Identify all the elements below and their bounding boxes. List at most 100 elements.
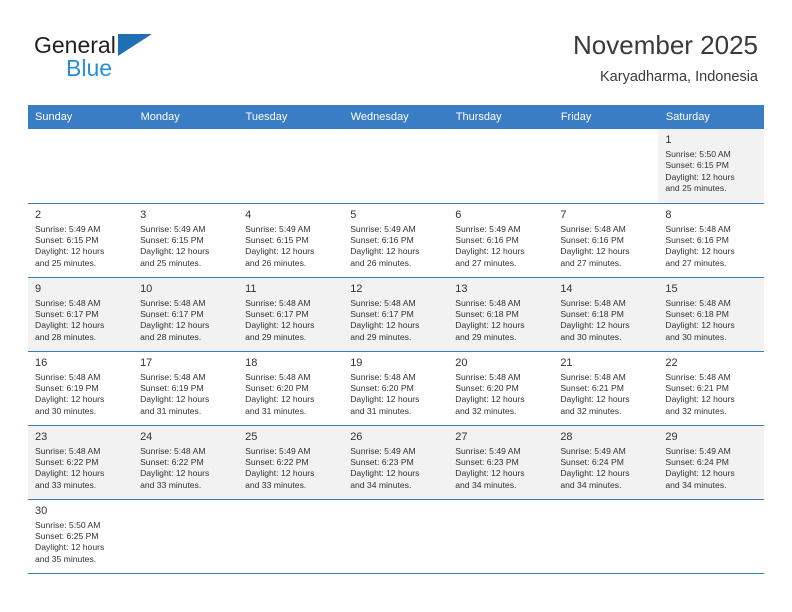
day-sun-info: Sunrise: 5:48 AM Sunset: 6:18 PM Daylight:… <box>455 298 547 344</box>
calendar-week-row: 23 Sunrise: 5:48 AM Sunset: 6:22 PM Dayligh… <box>28 425 764 500</box>
calendar-cell-inner <box>343 129 448 203</box>
calendar-day-cell[interactable]: 24 Sunrise: 5:48 AM Sunset: 6:22 PM Dayligh… <box>133 425 239 500</box>
calendar-cell-inner: 19 Sunrise: 5:48 AM Sunset: 6:20 PM Dayligh… <box>343 351 449 425</box>
day-sunrise-text: Sunrise: 5:48 AM <box>665 297 731 308</box>
day-daylight2-text: and 32 minutes. <box>665 405 727 416</box>
calendar-day-cell[interactable]: 25 Sunrise: 5:49 AM Sunset: 6:22 PM Dayligh… <box>238 425 344 500</box>
day-sunrise-text: Sunrise: 5:48 AM <box>350 297 416 308</box>
day-daylight2-text: and 30 minutes. <box>665 331 727 342</box>
day-daylight1-text: Daylight: 12 hours <box>560 320 630 331</box>
calendar-cell-empty <box>343 129 449 204</box>
day-sunrise-text: Sunrise: 5:49 AM <box>35 223 101 234</box>
calendar-day-cell[interactable]: 10 Sunrise: 5:48 AM Sunset: 6:17 PM Dayligh… <box>133 277 239 352</box>
weekday-header-tuesday: Tuesday <box>238 105 344 129</box>
calendar-cell-empty <box>28 129 134 204</box>
calendar-day-cell[interactable]: 22 Sunrise: 5:48 AM Sunset: 6:21 PM Dayligh… <box>658 351 764 426</box>
day-daylight2-text: and 30 minutes. <box>560 331 622 342</box>
day-sunrise-text: Sunrise: 5:50 AM <box>665 149 731 159</box>
calendar-day-cell[interactable]: 13 Sunrise: 5:48 AM Sunset: 6:18 PM Dayligh… <box>448 277 554 352</box>
day-sun-info: Sunrise: 5:48 AM Sunset: 6:20 PM Daylight:… <box>245 372 337 418</box>
day-sun-info: Sunrise: 5:49 AM Sunset: 6:16 PM Daylight:… <box>455 224 547 270</box>
day-sun-info: Sunrise: 5:49 AM Sunset: 6:24 PM Daylight:… <box>560 446 652 492</box>
day-daylight1-text: Daylight: 12 hours <box>245 320 315 331</box>
day-daylight2-text: and 31 minutes. <box>350 405 412 416</box>
day-sunrise-text: Sunrise: 5:49 AM <box>455 223 521 234</box>
calendar-day-cell[interactable]: 16 Sunrise: 5:48 AM Sunset: 6:19 PM Dayligh… <box>28 351 134 426</box>
calendar-day-cell[interactable]: 30 Sunrise: 5:50 AM Sunset: 6:25 PM Dayligh… <box>28 499 134 574</box>
weekday-header-monday: Monday <box>133 105 239 129</box>
calendar-day-cell[interactable]: 26 Sunrise: 5:49 AM Sunset: 6:23 PM Dayligh… <box>343 425 449 500</box>
calendar-cell-inner: 8 Sunrise: 5:48 AM Sunset: 6:16 PM Daylight… <box>658 203 764 277</box>
calendar-cell-inner: 23 Sunrise: 5:48 AM Sunset: 6:22 PM Dayligh… <box>28 425 134 499</box>
calendar-day-cell[interactable]: 15 Sunrise: 5:48 AM Sunset: 6:18 PM Dayligh… <box>658 277 764 352</box>
calendar-day-cell[interactable]: 20 Sunrise: 5:48 AM Sunset: 6:20 PM Dayligh… <box>448 351 554 426</box>
day-sunset-text: Sunset: 6:18 PM <box>665 308 729 319</box>
calendar-day-cell[interactable]: 1 Sunrise: 5:50 AM Sunset: 6:15 PM Daylight… <box>658 129 764 204</box>
calendar-day-cell[interactable]: 27 Sunrise: 5:49 AM Sunset: 6:23 PM Dayligh… <box>448 425 554 500</box>
day-daylight2-text: and 25 minutes. <box>665 183 727 194</box>
calendar-day-cell[interactable]: 11 Sunrise: 5:48 AM Sunset: 6:17 PM Dayligh… <box>238 277 344 352</box>
day-sunrise-text: Sunrise: 5:48 AM <box>665 371 731 382</box>
day-daylight2-text: and 26 minutes. <box>245 257 307 268</box>
day-number: 2 <box>35 208 42 221</box>
calendar-cell-inner: 1 Sunrise: 5:50 AM Sunset: 6:15 PM Daylight… <box>658 129 764 203</box>
day-sunset-text: Sunset: 6:16 PM <box>350 234 414 245</box>
logo-text-blue: Blue <box>66 55 113 81</box>
calendar-day-cell[interactable]: 19 Sunrise: 5:48 AM Sunset: 6:20 PM Dayligh… <box>343 351 449 426</box>
day-sun-info: Sunrise: 5:48 AM Sunset: 6:22 PM Daylight:… <box>140 446 232 492</box>
day-sun-info: Sunrise: 5:49 AM Sunset: 6:15 PM Daylight:… <box>35 224 127 270</box>
calendar-header-row: Sunday Monday Tuesday Wednesday Thursday… <box>28 105 765 129</box>
day-number: 19 <box>350 356 363 369</box>
day-sunset-text: Sunset: 6:24 PM <box>560 456 624 467</box>
calendar-cell-empty <box>553 129 659 204</box>
calendar-cell-inner: 9 Sunrise: 5:48 AM Sunset: 6:17 PM Daylight… <box>28 277 134 351</box>
calendar-day-cell[interactable]: 29 Sunrise: 5:49 AM Sunset: 6:24 PM Dayligh… <box>658 425 764 500</box>
calendar-day-cell[interactable]: 17 Sunrise: 5:48 AM Sunset: 6:19 PM Dayligh… <box>133 351 239 426</box>
day-sunrise-text: Sunrise: 5:48 AM <box>35 371 101 382</box>
day-sunset-text: Sunset: 6:21 PM <box>665 382 729 393</box>
calendar-body: 1 Sunrise: 5:50 AM Sunset: 6:15 PM Daylight… <box>28 129 764 574</box>
day-sunset-text: Sunset: 6:20 PM <box>245 382 309 393</box>
day-daylight2-text: and 34 minutes. <box>560 479 622 490</box>
calendar-day-cell[interactable]: 2 Sunrise: 5:49 AM Sunset: 6:15 PM Daylight… <box>28 203 134 278</box>
calendar-day-cell[interactable]: 14 Sunrise: 5:48 AM Sunset: 6:18 PM Dayligh… <box>553 277 659 352</box>
day-number: 10 <box>140 282 153 295</box>
calendar-day-cell[interactable]: 23 Sunrise: 5:48 AM Sunset: 6:22 PM Dayligh… <box>28 425 134 500</box>
calendar-day-cell[interactable]: 7 Sunrise: 5:48 AM Sunset: 6:16 PM Daylight… <box>553 203 659 278</box>
calendar-day-cell[interactable]: 8 Sunrise: 5:48 AM Sunset: 6:16 PM Daylight… <box>658 203 764 278</box>
calendar-cell-inner: 17 Sunrise: 5:48 AM Sunset: 6:19 PM Dayligh… <box>133 351 239 425</box>
day-daylight2-text: and 26 minutes. <box>350 257 412 268</box>
day-sun-info: Sunrise: 5:48 AM Sunset: 6:21 PM Daylight:… <box>665 372 757 418</box>
calendar-cell-inner: 4 Sunrise: 5:49 AM Sunset: 6:15 PM Daylight… <box>238 203 344 277</box>
triangle-icon <box>118 34 152 56</box>
calendar-cell-inner: 28 Sunrise: 5:49 AM Sunset: 6:24 PM Dayligh… <box>553 425 659 499</box>
calendar-day-cell[interactable]: 12 Sunrise: 5:48 AM Sunset: 6:17 PM Dayligh… <box>343 277 449 352</box>
calendar-day-cell[interactable]: 4 Sunrise: 5:49 AM Sunset: 6:15 PM Daylight… <box>238 203 344 278</box>
day-sunset-text: Sunset: 6:15 PM <box>245 234 309 245</box>
calendar-day-cell[interactable]: 21 Sunrise: 5:48 AM Sunset: 6:21 PM Dayligh… <box>553 351 659 426</box>
day-sunset-text: Sunset: 6:19 PM <box>140 382 204 393</box>
day-number: 22 <box>665 356 678 369</box>
day-sunset-text: Sunset: 6:22 PM <box>140 456 204 467</box>
day-daylight2-text: and 33 minutes. <box>245 479 307 490</box>
calendar-day-cell[interactable]: 6 Sunrise: 5:49 AM Sunset: 6:16 PM Daylight… <box>448 203 554 278</box>
day-sunset-text: Sunset: 6:24 PM <box>665 456 729 467</box>
day-sun-info: Sunrise: 5:48 AM Sunset: 6:17 PM Daylight:… <box>35 298 127 344</box>
day-sun-info: Sunrise: 5:48 AM Sunset: 6:16 PM Daylight:… <box>560 224 652 270</box>
day-sunrise-text: Sunrise: 5:50 AM <box>35 519 101 530</box>
calendar-day-cell[interactable]: 3 Sunrise: 5:49 AM Sunset: 6:15 PM Daylight… <box>133 203 239 278</box>
day-sun-info: Sunrise: 5:48 AM Sunset: 6:17 PM Daylight:… <box>245 298 337 344</box>
day-daylight2-text: and 30 minutes. <box>35 405 97 416</box>
calendar-day-cell[interactable]: 28 Sunrise: 5:49 AM Sunset: 6:24 PM Dayligh… <box>553 425 659 500</box>
calendar-cell-inner: 22 Sunrise: 5:48 AM Sunset: 6:21 PM Dayligh… <box>658 351 764 425</box>
day-sunrise-text: Sunrise: 5:49 AM <box>560 445 626 456</box>
day-daylight1-text: Daylight: 12 hours <box>35 320 105 331</box>
calendar-cell-inner: 5 Sunrise: 5:49 AM Sunset: 6:16 PM Daylight… <box>343 203 449 277</box>
calendar-day-cell[interactable]: 9 Sunrise: 5:48 AM Sunset: 6:17 PM Daylight… <box>28 277 134 352</box>
calendar-day-cell[interactable]: 18 Sunrise: 5:48 AM Sunset: 6:20 PM Dayligh… <box>238 351 344 426</box>
day-sunrise-text: Sunrise: 5:48 AM <box>560 297 626 308</box>
calendar-cell-inner <box>343 500 448 573</box>
calendar-day-cell[interactable]: 5 Sunrise: 5:49 AM Sunset: 6:16 PM Daylight… <box>343 203 449 278</box>
day-number: 25 <box>245 430 258 443</box>
day-daylight2-text: and 29 minutes. <box>455 331 517 342</box>
